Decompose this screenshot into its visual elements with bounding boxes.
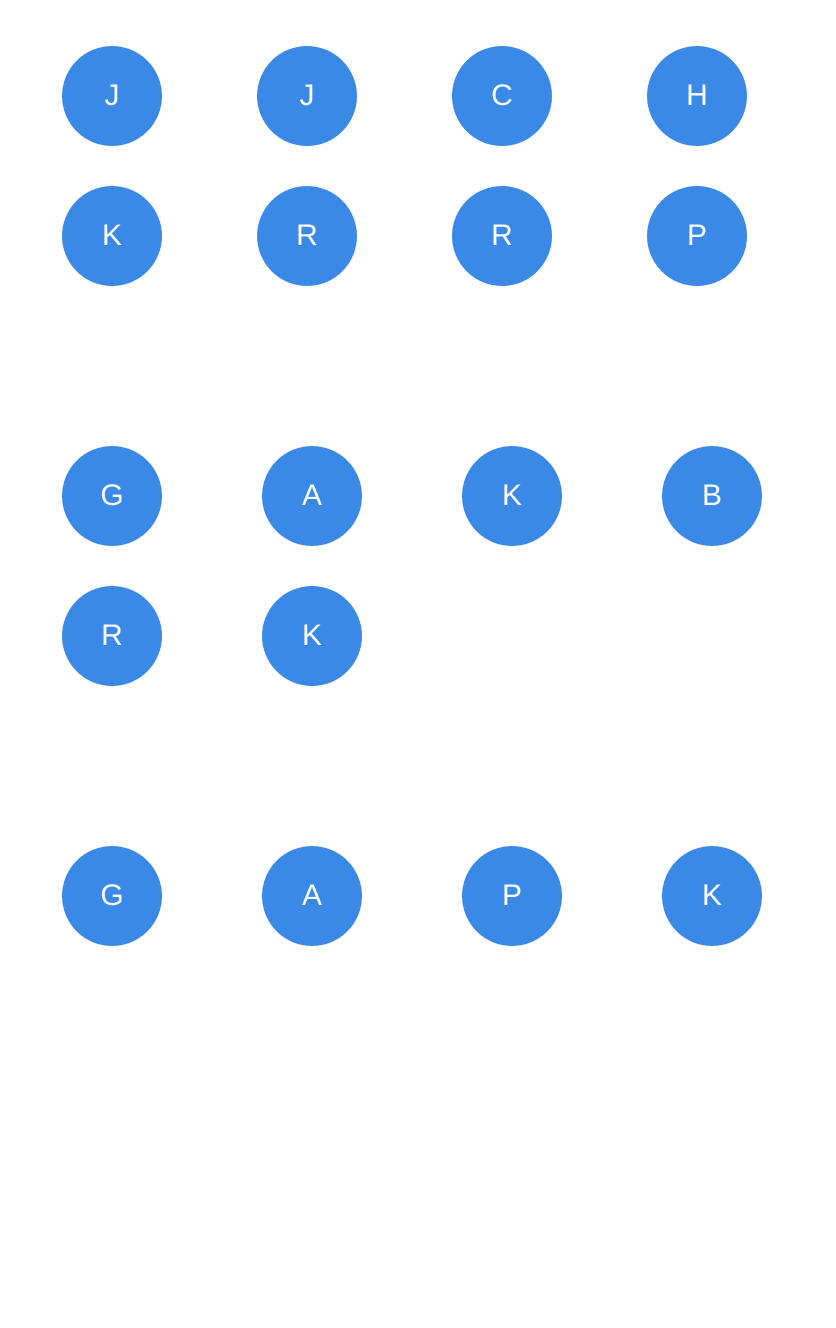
avatar[interactable]: G bbox=[62, 846, 162, 946]
avatar[interactable]: J bbox=[62, 46, 162, 146]
avatar[interactable]: R bbox=[62, 586, 162, 686]
avatar[interactable]: B bbox=[662, 446, 762, 546]
avatar[interactable]: K bbox=[662, 846, 762, 946]
avatar[interactable]: J bbox=[257, 46, 357, 146]
avatar[interactable]: C bbox=[452, 46, 552, 146]
avatar[interactable]: K bbox=[262, 586, 362, 686]
avatar[interactable]: G bbox=[62, 446, 162, 546]
avatar[interactable]: P bbox=[462, 846, 562, 946]
avatar[interactable]: H bbox=[647, 46, 747, 146]
avatar[interactable]: A bbox=[262, 846, 362, 946]
avatar[interactable]: R bbox=[257, 186, 357, 286]
avatar[interactable]: K bbox=[462, 446, 562, 546]
avatar[interactable]: R bbox=[452, 186, 552, 286]
avatar[interactable]: P bbox=[647, 186, 747, 286]
avatar[interactable]: K bbox=[62, 186, 162, 286]
avatar[interactable]: A bbox=[262, 446, 362, 546]
